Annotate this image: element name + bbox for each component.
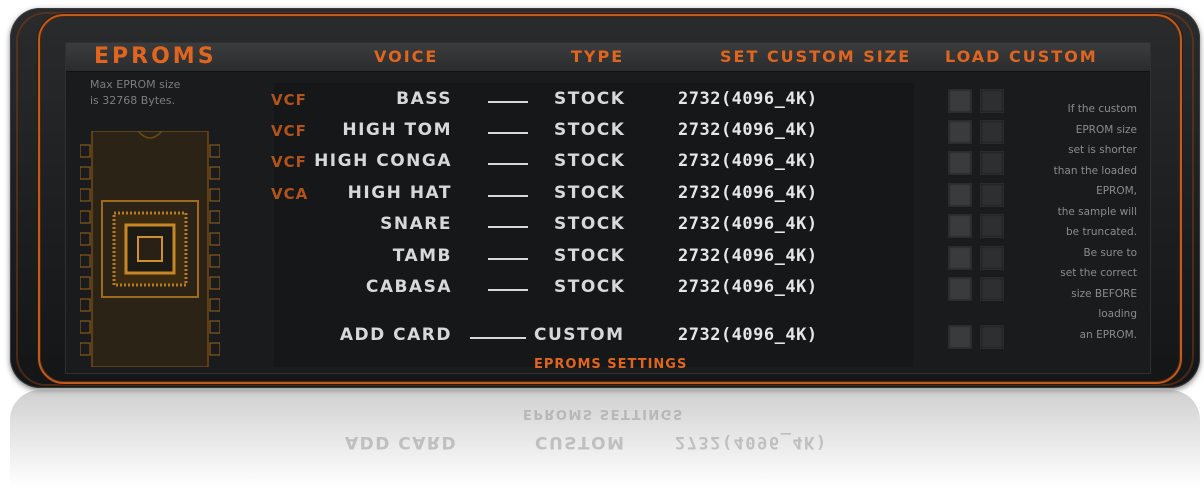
voice-type: STOCK [554,214,626,234]
custom-size-select[interactable]: 2732(4096_4K) [678,120,818,140]
eproms-section: EPROMS VOICE TYPE SET CUSTOM SIZE LOAD C… [65,42,1151,374]
clear-custom-button[interactable] [980,214,1004,238]
voice-row: SNARE STOCK 2732(4096_4K) [66,214,1150,238]
reflection-type: CUSTOM [535,432,626,452]
voice-name: HIGH HAT [347,183,452,203]
row-connector [488,195,528,197]
row-connector [488,132,528,134]
voice-name: BASS [396,89,452,109]
voice-name: HIGH TOM [342,120,452,140]
custom-size-select[interactable]: 2732(4096_4K) [678,214,818,234]
voice-type: STOCK [554,120,626,140]
load-custom-button[interactable] [948,325,972,349]
clear-custom-button[interactable] [980,151,1004,175]
clear-custom-button[interactable] [980,277,1004,301]
load-custom-button[interactable] [948,277,972,301]
filter-label: VCA [271,185,309,203]
voice-row: CABASA STOCK 2732(4096_4K) [66,277,1150,301]
voice-name: SNARE [380,214,452,234]
load-custom-button[interactable] [948,214,972,238]
eproms-panel: EPROMS VOICE TYPE SET CUSTOM SIZE LOAD C… [10,8,1200,388]
load-custom-button[interactable] [948,246,972,270]
voice-row: VCA HIGH HAT STOCK 2732(4096_4K) [66,183,1150,207]
custom-size-select[interactable]: 2732(4096_4K) [678,246,818,266]
clear-custom-button[interactable] [980,325,1004,349]
voice-type: CUSTOM [534,325,625,345]
row-connector [488,226,528,228]
custom-size-info-note: If the custom EPROM size set is shorter … [1053,103,1137,341]
custom-size-select[interactable]: 2732(4096_4K) [678,89,818,109]
voice-row: ADD CARD CUSTOM 2732(4096_4K) [66,325,1150,349]
custom-size-select[interactable]: 2732(4096_4K) [678,183,818,203]
voice-name: ADD CARD [339,325,452,345]
voice-row: VCF HIGH TOM STOCK 2732(4096_4K) [66,120,1150,144]
voice-type: STOCK [554,277,626,297]
load-custom-button[interactable] [948,151,972,175]
voice-name: HIGH CONGA [314,151,452,171]
voice-row: VCF BASS STOCK 2732(4096_4K) [66,89,1150,113]
panel-reflection: EPROMS SETTINGS ADD CARD CUSTOM 2732(409… [10,390,1200,504]
clear-custom-button[interactable] [980,183,1004,207]
row-connector [488,101,528,103]
clear-custom-button[interactable] [980,246,1004,270]
custom-size-select[interactable]: 2732(4096_4K) [678,277,818,297]
voice-name: TAMB [392,246,452,266]
voice-type: STOCK [554,246,626,266]
reflection-voice: ADD CARD [345,432,458,452]
header-voice: VOICE [374,47,439,66]
voice-type: STOCK [554,151,626,171]
row-connector [488,289,528,291]
voice-row: TAMB STOCK 2732(4096_4K) [66,246,1150,270]
load-custom-button[interactable] [948,183,972,207]
reflection-size: 2732(4096_4K) [675,432,828,452]
clear-custom-button[interactable] [980,89,1004,113]
custom-size-select[interactable]: 2732(4096_4K) [678,325,818,345]
header-bar: EPROMS VOICE TYPE SET CUSTOM SIZE LOAD C… [66,43,1150,72]
voice-row: VCF HIGH CONGA STOCK 2732(4096_4K) [66,151,1150,175]
clear-custom-button[interactable] [980,120,1004,144]
panel-title: EPROMS [94,44,217,69]
load-custom-button[interactable] [948,89,972,113]
reflection-footer: EPROMS SETTINGS [523,406,684,421]
header-set-custom-size: SET CUSTOM SIZE [720,47,912,66]
eproms-settings-label: EPROMS SETTINGS [534,357,688,372]
row-connector [488,258,528,260]
voice-name: CABASA [365,277,452,297]
voice-type: STOCK [554,89,626,109]
row-connector [470,337,526,339]
load-custom-button[interactable] [948,120,972,144]
header-load-custom: LOAD CUSTOM [945,47,1098,66]
filter-label: VCF [271,91,307,109]
custom-size-select[interactable]: 2732(4096_4K) [678,151,818,171]
header-type: TYPE [571,47,625,66]
filter-label: VCF [271,122,307,140]
voice-type: STOCK [554,183,626,203]
row-connector [488,163,528,165]
filter-label: VCF [271,153,307,171]
